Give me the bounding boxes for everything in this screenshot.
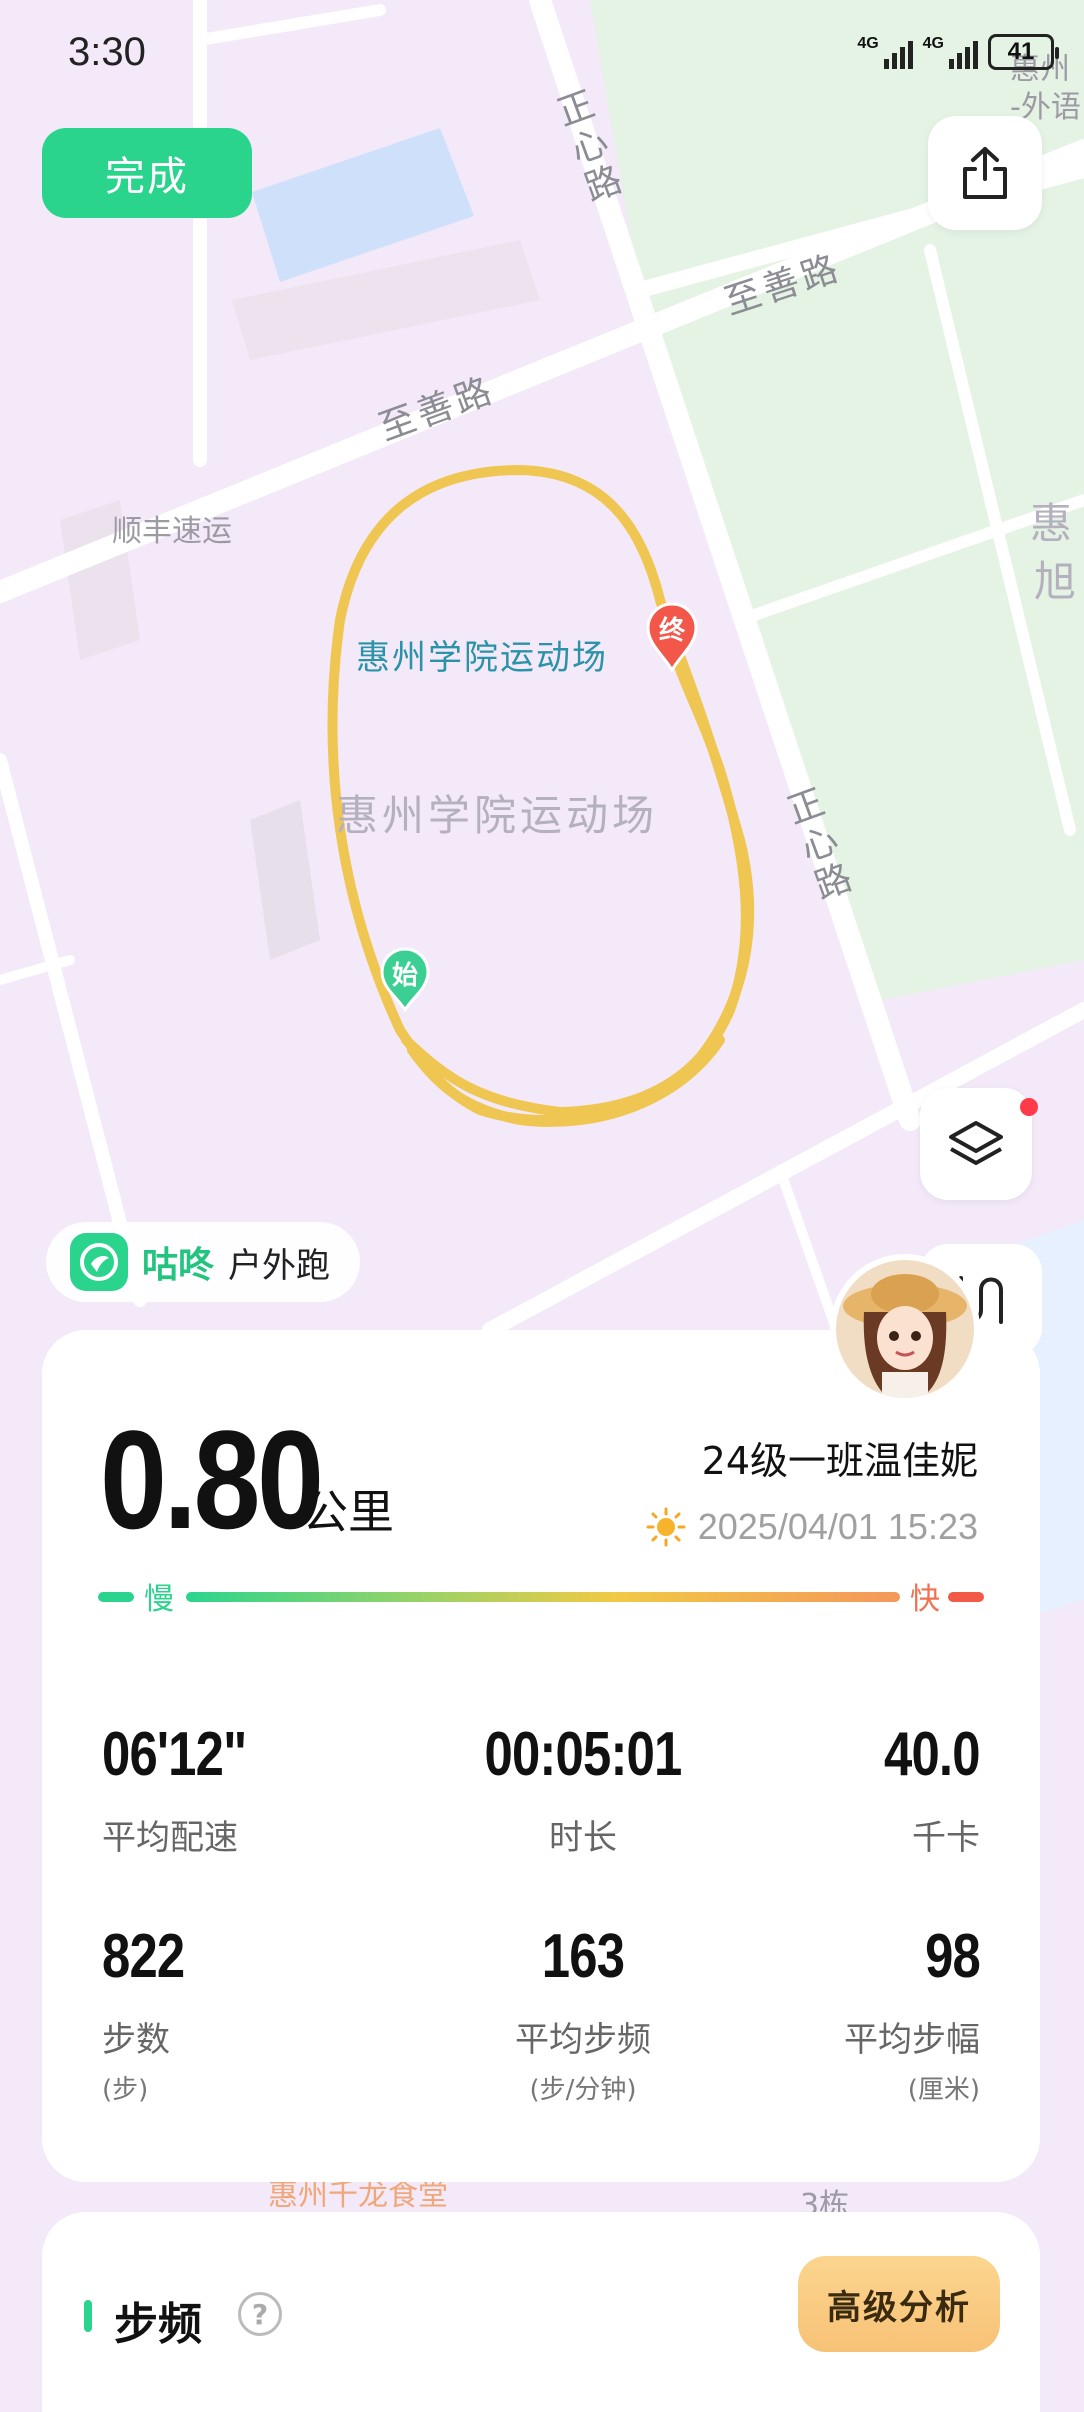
pace-bar-fast-cap <box>948 1592 984 1602</box>
status-time: 3:30 <box>68 30 146 74</box>
signal-label: 4G <box>922 35 944 52</box>
run-date-text: 2025/04/01 15:23 <box>697 1506 978 1547</box>
stat-label: 时长 <box>549 1818 617 1858</box>
pace-gradient <box>186 1592 900 1602</box>
start-marker-label: 始 <box>391 961 418 991</box>
cadence-section: 步频 ? 高级分析 <box>42 2212 1040 2412</box>
done-button[interactable]: 完成 <box>42 128 252 218</box>
place-label: 旭 <box>1034 557 1081 606</box>
end-marker: 终 <box>644 600 700 672</box>
stat-value: 98 <box>925 1922 981 1991</box>
place-label: 顺丰速运 <box>112 514 232 549</box>
place-label: 惠 <box>1030 499 1077 548</box>
brand-name: 咕咚 <box>142 1245 215 1286</box>
stat-avg-pace: 06'12" 平均配速 <box>102 1724 278 1859</box>
stat-steps: 822 步数 (步) <box>102 1926 202 2106</box>
run-summary-card: 0.80 公里 24级一班温佳妮 2025/04/01 15:23 慢 快 06… <box>42 1330 1040 2182</box>
stat-label: 平均步幅 <box>844 2020 980 2060</box>
pace-slow-label: 慢 <box>144 1582 174 1617</box>
stat-label: 平均步频 <box>515 2020 651 2060</box>
end-marker-label: 终 <box>658 616 685 646</box>
stat-duration: 00:05:01 时长 <box>383 1724 783 1859</box>
poi-label[interactable]: 惠州学院运动场 <box>356 630 608 679</box>
codoon-logo-icon <box>70 1233 128 1291</box>
area-label: 惠州学院运动场 <box>336 791 659 840</box>
signal-icon: 4G <box>857 35 913 69</box>
stat-value: 822 <box>102 1922 185 1991</box>
share-button[interactable] <box>928 116 1042 230</box>
stat-stride: 98 平均步幅 (厘米) <box>844 1922 981 2106</box>
battery-icon: 41 <box>988 34 1059 70</box>
stat-unit: (厘米) <box>907 2075 980 2105</box>
stat-label: 平均配速 <box>102 1818 238 1858</box>
sun-icon <box>646 1507 686 1547</box>
run-datetime: 2025/04/01 15:23 <box>646 1506 978 1548</box>
pace-gradient-bar: 慢 快 <box>98 1572 984 1617</box>
brand-badge: 咕咚 户外跑 <box>46 1222 361 1302</box>
stat-unit: (步) <box>102 2075 149 2105</box>
stat-label: 步数 <box>102 2020 170 2060</box>
layers-icon <box>949 1121 1003 1165</box>
pace-bar-slow-cap <box>98 1592 134 1602</box>
avatar[interactable] <box>830 1254 980 1404</box>
share-icon <box>963 147 1007 199</box>
stat-value: 40.0 <box>884 1720 980 1789</box>
signal-icon: 4G <box>923 35 978 69</box>
stat-cadence: 163 平均步频 (步/分钟) <box>383 1926 783 2106</box>
stat-label: 千卡 <box>912 1818 980 1858</box>
map-layers-button[interactable] <box>920 1088 1032 1200</box>
stat-value: 06'12" <box>102 1720 247 1789</box>
stat-unit: (步/分钟) <box>529 2075 637 2105</box>
status-icons: 4G 4G 41 <box>857 34 1059 70</box>
signal-label: 4G <box>857 35 879 52</box>
advanced-analysis-button[interactable]: 高级分析 <box>798 2256 1000 2352</box>
notification-dot <box>1020 1098 1038 1116</box>
section-title: 步频 <box>114 2299 202 2350</box>
distance-unit: 公里 <box>302 1485 394 1539</box>
distance-value: 0.80 <box>100 1401 324 1558</box>
battery-level: 41 <box>1007 38 1035 65</box>
stat-value: 163 <box>541 1922 625 1991</box>
start-marker: 始 <box>378 946 432 1012</box>
pace-fast-label: 快 <box>910 1582 940 1617</box>
activity-type: 户外跑 <box>228 1245 331 1286</box>
stat-value: 00:05:01 <box>484 1720 683 1789</box>
help-icon[interactable]: ? <box>238 2292 282 2336</box>
section-marker <box>84 2300 92 2332</box>
stat-calories: 40.0 千卡 <box>863 1724 980 1859</box>
user-name: 24级一班温佳妮 <box>701 1439 978 1483</box>
